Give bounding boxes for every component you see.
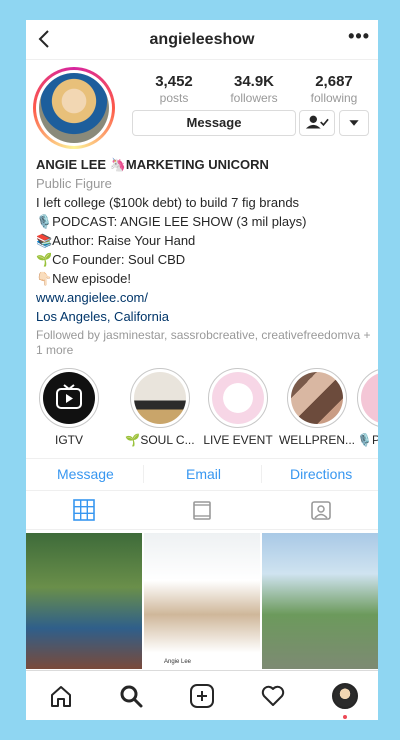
following-button[interactable] [299,110,335,136]
highlight-label: 🌱SOUL C... [125,433,195,447]
highlight-label: 🎙️P [357,433,378,447]
highlight-podcast[interactable]: 🎙️P [357,368,378,447]
profile-category: Public Figure [36,176,112,191]
highlight-soul-cbd[interactable]: 🌱SOUL C... [121,368,199,447]
contact-email-button[interactable]: Email [186,466,221,482]
bio-line: 👇🏻New episode! [36,271,131,286]
grid-icon[interactable] [73,499,95,521]
home-icon[interactable] [48,683,74,709]
highlight-live-event[interactable]: LIVE EVENT [199,368,277,447]
phone-screen: angieleeshow ••• 3,452 posts 34.9K follo… [26,20,378,720]
divider [143,465,144,483]
highlight-thumbnail [134,372,186,424]
stat-posts[interactable]: 3,452 posts [134,73,214,105]
message-button[interactable]: Message [132,110,296,136]
website-link[interactable]: www.angielee.com/ [36,288,372,307]
tagged-icon[interactable] [310,499,332,521]
bio-line: 🌱Co Founder: Soul CBD [36,252,186,267]
stat-followers-value: 34.9K [233,73,275,90]
highlight-wellpreneur[interactable]: WELLPREN... [278,368,356,447]
caret-down-icon [349,120,359,126]
highlight-label: LIVE EVENT [203,433,273,447]
bottom-navigation [26,670,378,720]
post-thumbnail[interactable] [26,533,142,669]
stat-followers[interactable]: 34.9K followers [214,73,294,105]
post-thumbnail[interactable] [262,533,378,669]
profile-tabs [26,490,378,530]
highlight-label: IGTV [54,433,83,447]
profile-bio: ANGIE LEE 🦄MARKETING UNICORN Public Figu… [36,155,372,358]
stat-followers-label: followers [230,91,278,105]
contact-message-button[interactable]: Message [57,466,114,482]
person-check-icon [305,115,329,129]
add-post-icon[interactable] [189,683,215,709]
highlight-label: WELLPREN... [278,433,356,447]
highlight-thumbnail [361,372,378,424]
divider [261,465,262,483]
bio-line: 📚Author: Raise Your Hand [36,233,196,248]
profile-stats: 3,452 posts 34.9K followers 2,687 follow… [134,73,374,113]
profile-display-name: ANGIE LEE 🦄MARKETING UNICORN [36,157,269,172]
notification-dot [343,715,347,719]
profile-avatar-icon[interactable] [332,683,358,709]
heart-icon[interactable] [260,683,286,709]
stat-following-value: 2,687 [315,73,353,90]
highlight-thumbnail [291,372,343,424]
followed-by-text[interactable]: Followed by jasminestar, sassrobcreative… [36,328,372,358]
igtv-tab-icon[interactable] [191,499,213,521]
stat-posts-value: 3,452 [155,73,193,90]
stat-following[interactable]: 2,687 following [294,73,374,105]
bio-line: I left college ($100k debt) to build 7 f… [36,195,300,210]
search-icon[interactable] [118,683,144,709]
post-caption: Angie Lee [164,659,192,665]
stat-following-label: following [310,91,358,105]
post-thumbnail[interactable]: Angie Lee [144,533,260,669]
highlight-igtv[interactable]: IGTV [30,368,108,447]
stat-posts-label: posts [159,91,189,105]
avatar-photo [39,73,109,143]
ellipsis-icon[interactable]: ••• [348,26,370,47]
top-bar: angieleeshow ••• [26,20,378,60]
location-link[interactable]: Los Angeles, California [36,307,372,326]
igtv-icon [56,384,82,409]
bio-line: 🎙️PODCAST: ANGIE LEE SHOW (3 mil plays) [36,214,307,229]
contact-row: Message Email Directions [26,458,378,488]
story-highlights: IGTV 🌱SOUL C... LIVE EVENT WELLPREN... 🎙… [26,368,378,460]
profile-username: angieleeshow [149,31,255,48]
contact-directions-button[interactable]: Directions [290,466,352,482]
posts-grid: Angie Lee [26,533,378,669]
suggestions-dropdown-button[interactable] [339,110,369,136]
highlight-thumbnail [212,372,264,424]
profile-avatar[interactable] [33,67,115,149]
